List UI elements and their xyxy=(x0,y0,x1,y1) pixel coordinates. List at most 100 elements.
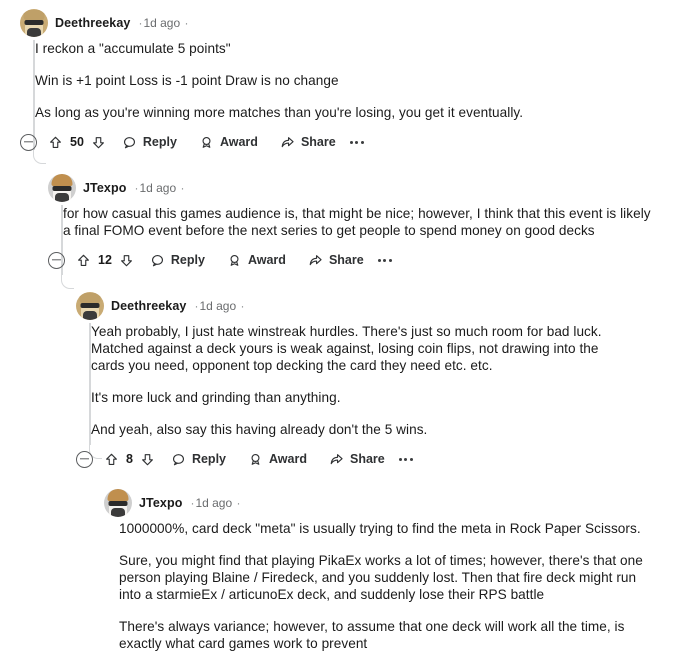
award-button[interactable]: Award xyxy=(248,450,315,469)
share-button[interactable]: Share xyxy=(280,133,344,152)
comment-author[interactable]: Deethreekay xyxy=(55,16,130,30)
comment-header-c3: Deethreekay ·1d ago · xyxy=(76,289,697,323)
share-button[interactable]: Share xyxy=(329,450,393,469)
comment-bubble-icon xyxy=(150,253,165,268)
comment-paragraph: And yeah, also say this having already d… xyxy=(91,422,428,437)
avatar-sunglasses-icon xyxy=(80,303,100,308)
upvote-arrow-icon[interactable] xyxy=(48,135,63,150)
downvote-arrow-icon[interactable] xyxy=(91,135,106,150)
award-button[interactable]: Award xyxy=(227,251,294,270)
award-badge-icon xyxy=(248,452,263,467)
share-button[interactable]: Share xyxy=(308,251,372,270)
comment-header-c2: JTexpo ·1d ago · xyxy=(48,171,697,205)
collapse-minus-icon[interactable] xyxy=(20,133,37,151)
comment-c3: Deethreekay ·1d ago · Yeah probably, I j… xyxy=(0,289,697,474)
avatar-body xyxy=(111,508,125,517)
comment-text-c1: I reckon a "accumulate 5 points" Win is … xyxy=(35,40,697,121)
ellipsis-dot xyxy=(377,258,381,262)
avatar[interactable] xyxy=(76,292,104,320)
award-badge-icon xyxy=(227,253,242,268)
comment-header-c4: JTexpo ·1d ago · xyxy=(104,486,697,520)
ellipsis-dot xyxy=(398,457,402,461)
meta-separator-trailing: · xyxy=(240,299,245,313)
comment-meta: ·1d ago · xyxy=(189,496,241,510)
avatar[interactable] xyxy=(48,174,76,202)
overflow-ellipsis-icon[interactable] xyxy=(372,253,398,268)
comment-timestamp: 1d ago xyxy=(195,496,233,510)
comment-header-c1: Deethreekay ·1d ago · xyxy=(20,6,697,40)
reply-button[interactable]: Reply xyxy=(150,251,213,270)
comment-content-c3: Yeah probably, I just hate winstreak hur… xyxy=(76,323,697,474)
comment-c4: JTexpo ·1d ago · 1000000%, card deck "me… xyxy=(0,486,697,664)
comment-paragraph: for how casual this games audience is, t… xyxy=(63,206,651,238)
upvote-arrow-icon[interactable] xyxy=(76,253,91,268)
comment-paragraph: Yeah probably, I just hate winstreak hur… xyxy=(91,324,602,373)
avatar-sunglasses-icon xyxy=(24,20,44,25)
collapse-minus-icon[interactable] xyxy=(48,251,65,269)
action-bar-c4: 9 Reply xyxy=(119,658,697,664)
vote-group: 8 xyxy=(104,452,155,467)
avatar-body xyxy=(55,193,69,202)
vote-group: 50 xyxy=(48,135,106,150)
avatar-hair-icon xyxy=(107,489,129,501)
award-label: Award xyxy=(269,452,307,466)
avatar-hat-icon xyxy=(79,293,101,303)
reply-label: Reply xyxy=(170,253,205,267)
avatar-hair-icon xyxy=(51,174,73,186)
award-label: Award xyxy=(219,135,258,149)
share-arrow-icon xyxy=(308,253,323,268)
reply-button[interactable]: Reply xyxy=(122,133,185,152)
comment-text-c4: 1000000%, card deck "meta" is usually tr… xyxy=(119,520,649,652)
comment-content-c2: for how casual this games audience is, t… xyxy=(48,205,697,275)
comment-content-c1: I reckon a "accumulate 5 points" Win is … xyxy=(20,40,697,157)
comment-paragraph: I reckon a "accumulate 5 points" xyxy=(35,41,231,56)
collapse-minus-icon[interactable] xyxy=(76,450,93,468)
reply-button[interactable]: Reply xyxy=(171,450,234,469)
comment-content-c4: 1000000%, card deck "meta" is usually tr… xyxy=(104,520,697,664)
avatar-hat-icon xyxy=(23,10,45,20)
comment-timestamp: 1d ago xyxy=(139,181,177,195)
comment-bubble-icon xyxy=(171,452,186,467)
vote-score: 50 xyxy=(70,135,84,149)
comment-meta: ·1d ago · xyxy=(133,181,185,195)
vote-score: 12 xyxy=(98,253,112,267)
award-button[interactable]: Award xyxy=(199,133,266,152)
comment-text-c3: Yeah probably, I just hate winstreak hur… xyxy=(91,323,611,438)
comment-author[interactable]: Deethreekay xyxy=(111,299,186,313)
comment-c2: JTexpo ·1d ago · for how casual this gam… xyxy=(0,171,697,289)
comment-paragraph: There's always variance; however, to ass… xyxy=(119,619,625,651)
avatar-sunglasses-icon xyxy=(52,186,72,191)
downvote-arrow-icon[interactable] xyxy=(140,452,155,467)
downvote-arrow-icon[interactable] xyxy=(119,253,134,268)
meta-separator-trailing: · xyxy=(184,16,189,30)
ellipsis-dot xyxy=(409,457,413,461)
action-bar-c1: 50 Reply Award Share xyxy=(20,127,697,157)
ellipsis-dot xyxy=(383,258,387,262)
ellipsis-dot xyxy=(404,457,408,461)
avatar[interactable] xyxy=(20,9,48,37)
meta-separator-trailing: · xyxy=(236,496,241,510)
avatar[interactable] xyxy=(104,489,132,517)
comment-timestamp: 1d ago xyxy=(199,299,237,313)
ellipsis-dot xyxy=(388,258,392,262)
action-bar-c2: 12 Reply Award Share xyxy=(48,245,697,275)
overflow-ellipsis-icon[interactable] xyxy=(393,452,419,467)
comment-text-c2: for how casual this games audience is, t… xyxy=(63,205,655,239)
vote-score: 8 xyxy=(126,452,133,466)
share-arrow-icon xyxy=(329,452,344,467)
comment-author[interactable]: JTexpo xyxy=(139,496,182,510)
reply-label: Reply xyxy=(191,452,226,466)
action-bar-c3: 8 Reply Award Share xyxy=(76,444,697,474)
comment-thread: Deethreekay ·1d ago · I reckon a "accumu… xyxy=(0,0,697,664)
award-label: Award xyxy=(247,253,286,267)
comment-paragraph: It's more luck and grinding than anythin… xyxy=(91,390,341,405)
award-badge-icon xyxy=(199,135,214,150)
meta-separator-trailing: · xyxy=(180,181,185,195)
ellipsis-dot xyxy=(349,140,353,144)
comment-paragraph: 1000000%, card deck "meta" is usually tr… xyxy=(119,521,641,536)
upvote-arrow-icon[interactable] xyxy=(104,452,119,467)
comment-meta: ·1d ago · xyxy=(193,299,245,313)
comment-bubble-icon xyxy=(122,135,137,150)
comment-author[interactable]: JTexpo xyxy=(83,181,126,195)
overflow-ellipsis-icon[interactable] xyxy=(344,135,370,150)
